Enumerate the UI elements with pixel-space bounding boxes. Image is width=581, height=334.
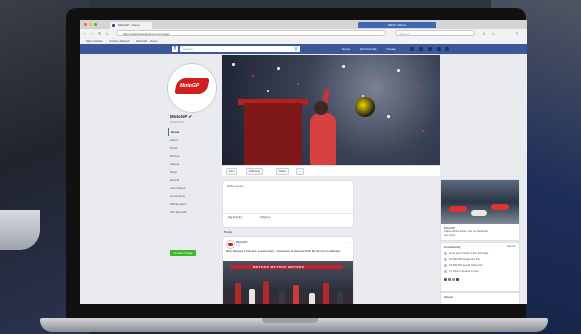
bookmark-most-visited[interactable]: Most Visited	[86, 39, 102, 43]
cover-photo[interactable]	[222, 55, 440, 165]
share-button[interactable]: Share	[276, 168, 289, 175]
facebook-logo[interactable]: f	[172, 46, 178, 52]
close-window-icon[interactable]	[84, 23, 87, 26]
maximize-window-icon[interactable]	[94, 23, 97, 26]
post-text: Marc Marquez's final stint: special trop…	[226, 250, 341, 253]
laptop-notch	[262, 318, 318, 323]
community-row-checkins: 17 others checked in here	[444, 270, 479, 273]
monitor-stand	[0, 210, 40, 250]
community-row-invite[interactable]: Invite your friends to like this Page	[444, 252, 489, 255]
help-icon[interactable]	[436, 47, 441, 51]
video-promo-card[interactable]: MotoGP Follow all the action, live on Fa…	[440, 179, 520, 241]
messages-icon[interactable]	[418, 47, 423, 51]
home-toolbar-icon[interactable]: ⌂	[492, 31, 494, 36]
community-card: Community See All Invite your friends to…	[440, 242, 520, 292]
nav-create[interactable]: Create	[386, 47, 395, 51]
following-button[interactable]: Following	[246, 168, 263, 175]
home-icon[interactable]: ⌂	[106, 31, 108, 36]
browser-tab-bar: MotoGP - Home	[80, 20, 527, 29]
left-nav-mobile-apps[interactable]: Mobile Apps	[168, 200, 208, 208]
left-nav-videos[interactable]: Videos	[168, 160, 208, 168]
check-in-button[interactable]: Check in	[258, 216, 273, 220]
page-actions-bar: Like Following Share ...	[222, 165, 440, 176]
community-row-follows: 15,900,000 people follow this	[444, 264, 483, 267]
community-see-all-link[interactable]: See All	[507, 245, 515, 248]
video-thumbnail[interactable]	[441, 180, 519, 224]
left-nav-events[interactable]: Events	[168, 176, 208, 184]
helmet-icon	[355, 97, 375, 117]
watch-videos-button[interactable]: Watch Videos	[358, 22, 436, 28]
post-timestamp[interactable]: 1 hr	[236, 244, 240, 247]
bookmark-motogp[interactable]: MotoGP - Home	[136, 39, 158, 43]
left-nav-photos[interactable]: Photos	[168, 152, 208, 160]
download-icon[interactable]: ⇩	[482, 31, 485, 36]
community-title: Community	[444, 245, 461, 249]
promo-see-more-link[interactable]: See More	[444, 234, 455, 237]
nav-find-friends[interactable]: Find Friends	[360, 47, 377, 51]
reload-icon[interactable]: ↻	[98, 31, 101, 36]
left-nav-shop[interactable]: Shop	[168, 168, 208, 176]
compose-box[interactable]: Write a post... Tag Friends Check in	[222, 180, 354, 228]
minimize-window-icon[interactable]	[89, 23, 92, 26]
facebook-header-icons	[410, 47, 453, 52]
page-profile-picture[interactable]: MotoGP	[168, 64, 216, 112]
facebook-search-placeholder: Search	[183, 47, 193, 51]
tag-friends-button[interactable]: Tag Friends	[226, 216, 244, 220]
community-row-likes: 16,300,000 people like this	[444, 258, 480, 261]
favicon-icon	[112, 24, 115, 27]
promo-text: Follow all the action, live on Facebook	[444, 230, 488, 233]
menu-icon[interactable]: ≡	[516, 31, 518, 36]
posts-section-label: Posts	[224, 230, 233, 234]
facebook-nav: Home Find Friends Create	[342, 46, 404, 52]
browser-tab-title: MotoGP - Home	[118, 23, 140, 27]
feed-post: MotoGP 1 hr … Marc Marquez's final stint…	[222, 236, 354, 304]
address-bar[interactable]: https://www.facebook.com/motogp/	[116, 30, 386, 36]
compose-placeholder: Write a post...	[227, 184, 246, 188]
left-nav-about[interactable]: About	[168, 136, 208, 144]
more-options-button[interactable]: ...	[296, 168, 305, 175]
facebook-header: f Search ⚲ Home Find Friends Create	[80, 44, 527, 54]
nav-home[interactable]: Home	[342, 47, 350, 51]
logo-text: MotoGP	[180, 83, 200, 89]
friend-avatars[interactable]	[444, 278, 460, 281]
left-nav-home[interactable]: Home	[168, 128, 208, 136]
back-icon[interactable]: ‹	[84, 31, 85, 36]
post-image[interactable]: MOTOGP MOTOGP MOTOGP	[223, 261, 353, 304]
browser-search-input[interactable]: Search	[395, 30, 475, 36]
laptop-screen: MotoGP - Home ‹ › ↻ ⌂ https://www.facebo…	[80, 20, 527, 304]
browser-tab[interactable]: MotoGP - Home	[110, 22, 152, 29]
create-page-button[interactable]: Create a Page	[170, 250, 196, 256]
post-image-banner-text: MOTOGP MOTOGP MOTOGP	[253, 265, 305, 269]
page-handle: @MotoGP	[170, 120, 185, 124]
account-menu-icon[interactable]	[445, 47, 450, 51]
friend-requests-icon[interactable]	[410, 47, 414, 51]
notifications-icon[interactable]	[427, 47, 432, 51]
about-card: About	[440, 292, 520, 304]
like-button[interactable]: Like	[226, 168, 237, 175]
search-icon[interactable]: ⚲	[292, 46, 300, 52]
post-avatar[interactable]	[226, 240, 235, 249]
left-nav-community[interactable]: Community	[168, 192, 208, 200]
left-nav-posts[interactable]: Posts	[168, 144, 208, 152]
left-nav-live-videos[interactable]: Live Videos	[168, 184, 208, 192]
forward-icon[interactable]: ›	[91, 31, 92, 36]
compose-options: Tag Friends Check in	[223, 213, 353, 222]
facebook-search-input[interactable]: Search ⚲	[180, 46, 300, 52]
bookmark-getting-started[interactable]: Getting Started	[109, 39, 129, 43]
page-left-nav: Home About Posts Photos Videos Shop Even…	[168, 128, 208, 216]
post-options-icon[interactable]: …	[346, 239, 350, 244]
left-nav-info-ads[interactable]: Info and Ads	[168, 208, 208, 216]
about-title: About	[444, 295, 453, 299]
